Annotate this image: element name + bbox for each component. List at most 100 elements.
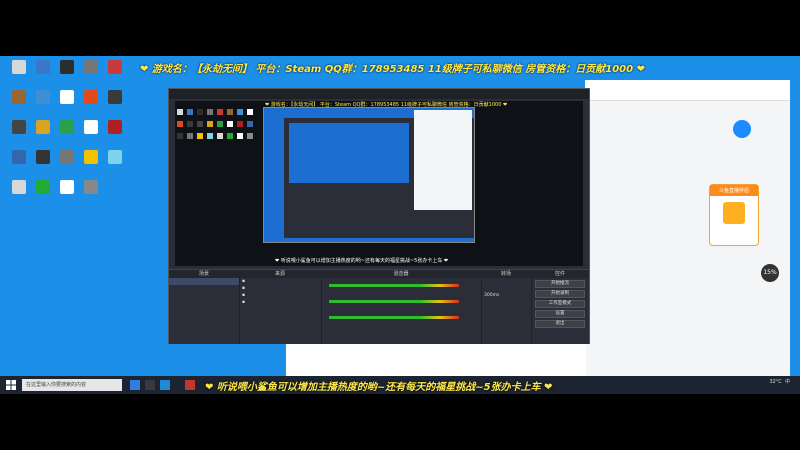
desktop-shortcut-icon[interactable]	[100, 60, 130, 86]
system-tray[interactable]: 32°C 中	[769, 379, 790, 385]
source-item[interactable]: ▪	[239, 278, 321, 285]
audio-meter	[329, 300, 459, 303]
audio-meter	[329, 316, 459, 319]
promo-image-icon	[723, 202, 745, 224]
shortcut-image-icon	[60, 60, 74, 74]
obs-preview: ❤ 游戏名：【永劫无间】 平台：Steam QQ群：178953485 11级牌…	[175, 101, 583, 266]
shortcut-image-icon	[36, 150, 50, 164]
preview-caption: ❤ 听说喂小鲨鱼可以增加主播热度的哟~还有每天的福星挑战~5张办卡上车 ❤	[275, 258, 449, 264]
chat-panel	[286, 341, 586, 381]
shortcut-image-icon	[12, 150, 26, 164]
desktop-shortcut-icon[interactable]	[100, 90, 130, 116]
shortcut-image-icon	[60, 90, 74, 104]
controls-header: 控件	[531, 270, 589, 278]
shortcut-image-icon	[12, 90, 26, 104]
preview-icon	[247, 121, 253, 127]
taskbar-app-icon[interactable]	[160, 380, 170, 390]
preview-icon	[207, 109, 213, 115]
shortcut-image-icon	[108, 150, 122, 164]
studio-mode-button[interactable]: 工作室模式	[535, 300, 585, 308]
settings-button[interactable]: 设置	[535, 310, 585, 318]
stream-info-banner: ❤ 游戏名：【永劫无间】 平台：Steam QQ群：178953485 11级牌…	[140, 64, 645, 75]
scenes-dock[interactable]: 场景	[169, 270, 240, 344]
shortcut-image-icon	[12, 180, 26, 194]
promo-card[interactable]: 斗鱼直播伴侣	[709, 184, 759, 246]
taskbar-app-icon[interactable]	[185, 380, 195, 390]
shortcut-image-icon	[60, 120, 74, 134]
shortcut-image-icon	[84, 180, 98, 194]
shortcut-image-icon	[36, 60, 50, 74]
preview-icon	[197, 133, 203, 139]
shortcut-image-icon	[108, 90, 122, 104]
preview-desktop-icons	[177, 109, 257, 209]
preview-icon	[187, 133, 193, 139]
exit-button[interactable]: 退出	[535, 320, 585, 328]
shortcut-image-icon	[36, 180, 50, 194]
preview-icon	[227, 133, 233, 139]
shortcut-image-icon	[36, 90, 50, 104]
shortcut-image-icon	[108, 60, 122, 74]
nested-preview	[289, 123, 409, 183]
preview-icon	[187, 109, 193, 115]
power-icon[interactable]	[733, 120, 751, 138]
preview-icon	[197, 109, 203, 115]
preview-icon	[217, 133, 223, 139]
preview-icon	[237, 133, 243, 139]
shortcut-image-icon	[60, 180, 74, 194]
desktop-shortcut-icon[interactable]	[100, 150, 130, 176]
preview-icon	[177, 133, 183, 139]
ime-indicator[interactable]: 中	[785, 379, 790, 385]
obs-docks: 场景 来源 ▪ ▪ ▪ ▪ 混音器 转场 300ms 控件 开始推流 开始录制 …	[169, 269, 589, 344]
preview-icon	[227, 109, 233, 115]
preview-icon	[207, 121, 213, 127]
shortcut-image-icon	[108, 120, 122, 134]
preview-icon	[217, 109, 223, 115]
sources-dock[interactable]: 来源 ▪ ▪ ▪ ▪	[239, 270, 322, 344]
windows-start-icon[interactable]	[6, 380, 16, 390]
source-item[interactable]: ▪	[239, 285, 321, 292]
preview-icon	[217, 121, 223, 127]
shortcut-image-icon	[84, 120, 98, 134]
start-recording-button[interactable]: 开始录制	[535, 290, 585, 298]
desktop-shortcut-icon[interactable]	[100, 120, 130, 146]
desktop-shortcut-icon[interactable]	[76, 180, 106, 206]
mixer-dock[interactable]: 混音器	[321, 270, 482, 344]
taskbar-app-icon[interactable]	[130, 380, 140, 390]
preview-icon	[177, 109, 183, 115]
obs-titlebar	[169, 89, 589, 99]
scenes-header: 场景	[169, 270, 239, 278]
douyu-app-window: 斗鱼直播伴侣 15%	[585, 80, 790, 378]
preview-icon	[247, 133, 253, 139]
taskbar-app-icon[interactable]	[145, 380, 155, 390]
promo-title: 斗鱼直播伴侣	[710, 185, 758, 196]
scene-item[interactable]	[169, 278, 239, 285]
preview-icon	[227, 121, 233, 127]
taskbar-search-input[interactable]: 在这里输入你要搜索的内容	[22, 379, 122, 391]
preview-icon	[237, 109, 243, 115]
controls-dock[interactable]: 控件 开始推流 开始录制 工作室模式 设置 退出	[531, 270, 589, 344]
preview-icon	[197, 121, 203, 127]
mixer-header: 混音器	[321, 270, 481, 278]
preview-icon	[247, 109, 253, 115]
nested-capture	[263, 107, 475, 243]
obs-window: ❤ 游戏名：【永劫无间】 平台：Steam QQ群：178953485 11级牌…	[168, 88, 590, 344]
source-item[interactable]: ▪	[239, 299, 321, 306]
preview-icon	[237, 121, 243, 127]
preview-icon	[177, 121, 183, 127]
transitions-header: 转场	[481, 270, 531, 278]
source-item[interactable]: ▪	[239, 292, 321, 299]
app-header	[585, 80, 790, 101]
transition-duration[interactable]: 300ms	[481, 292, 531, 299]
temperature-label: 32°C	[769, 379, 782, 385]
shortcut-image-icon	[60, 150, 74, 164]
preview-icon	[207, 133, 213, 139]
preview-icon	[187, 121, 193, 127]
nested-app	[414, 110, 472, 210]
shortcut-image-icon	[12, 120, 26, 134]
start-streaming-button[interactable]: 开始推流	[535, 280, 585, 288]
audio-meter	[329, 284, 459, 287]
transitions-dock[interactable]: 转场 300ms	[481, 270, 532, 344]
shortcut-image-icon	[84, 90, 98, 104]
desktop: ❤ 游戏名：【永劫无间】 平台：Steam QQ群：178953485 11级牌…	[0, 56, 800, 394]
shortcut-image-icon	[12, 60, 26, 74]
